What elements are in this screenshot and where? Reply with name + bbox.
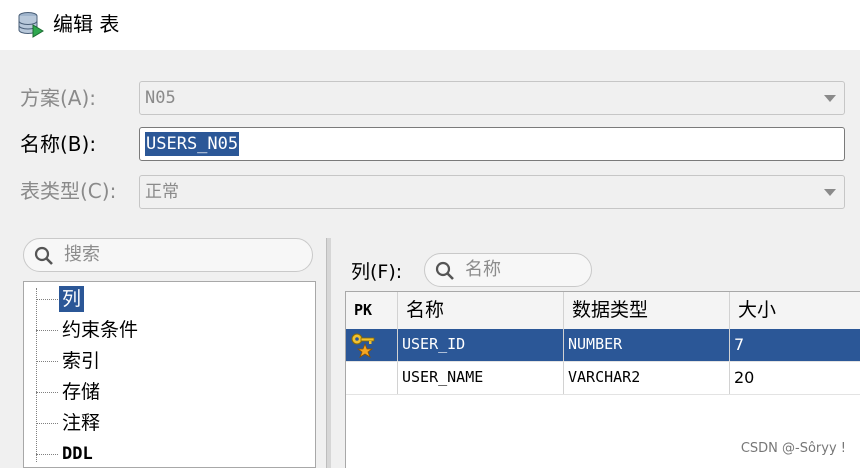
tree-connector [36,288,37,462]
tree-search-placeholder: 搜索 [64,244,100,265]
chevron-down-icon [824,95,836,102]
name-input[interactable]: USERS_N05 [139,127,845,161]
schema-value: N05 [145,88,176,108]
tree-item-indexes[interactable]: 索引 [62,348,100,374]
tree-connector [36,361,58,362]
watermark: CSDN @-Sôryy ! [740,441,846,456]
tree-item-comments[interactable]: 注释 [62,410,100,436]
grid-header: PK 名称 数据类型 大小 [346,292,860,330]
column-name-cell[interactable]: USER_ID [398,329,564,361]
tree-connector [36,392,58,393]
table-type-label: 表类型(C): [20,179,117,203]
schema-label: 方案(A): [20,86,97,110]
table-row[interactable]: USER_ID NUMBER 7 [346,329,860,362]
column-size-cell[interactable]: 20 [730,362,860,394]
tree-item-constraints[interactable]: 约束条件 [62,317,138,343]
column-size-cell[interactable]: 7 [730,329,860,361]
columns-filter-label: 列(F): [351,261,403,283]
tree-item-storage[interactable]: 存储 [62,379,100,405]
column-header-size[interactable]: 大小 [730,292,860,329]
tree-connector [36,330,58,331]
search-icon [34,246,53,265]
pk-cell[interactable] [346,329,398,361]
tree-item-ddl[interactable]: DDL [62,441,93,467]
window-title: 编辑 表 [53,12,120,36]
table-type-select: 正常 [139,175,845,209]
tree-connector [36,454,58,455]
pk-cell[interactable] [346,362,398,394]
table-row[interactable]: USER_NAME VARCHAR2 20 [346,362,860,395]
table-type-value: 正常 [145,182,179,202]
navigation-tree: 列 约束条件 索引 存储 注释 DDL [23,281,316,468]
column-header-datatype[interactable]: 数据类型 [564,292,730,329]
tree-item-columns[interactable]: 列 [59,286,85,312]
panel-splitter[interactable] [326,238,331,468]
primary-key-icon [351,333,375,358]
name-value: USERS_N05 [145,132,240,156]
tree-search-input[interactable]: 搜索 [23,238,313,272]
database-table-icon [18,12,44,38]
schema-select: N05 [139,81,845,115]
column-header-pk[interactable]: PK [346,292,398,329]
columns-filter-input[interactable]: 名称 [424,253,592,287]
tree-connector [36,299,58,300]
search-icon [435,261,454,280]
column-header-name[interactable]: 名称 [398,292,564,329]
column-type-cell[interactable]: VARCHAR2 [564,362,730,394]
title-bar: 编辑 表 [0,0,860,50]
tree-connector [36,423,58,424]
name-label: 名称(B): [20,132,97,156]
column-type-cell[interactable]: NUMBER [564,329,730,361]
column-name-cell[interactable]: USER_NAME [398,362,564,394]
chevron-down-icon [824,189,836,196]
columns-filter-placeholder: 名称 [465,259,501,280]
